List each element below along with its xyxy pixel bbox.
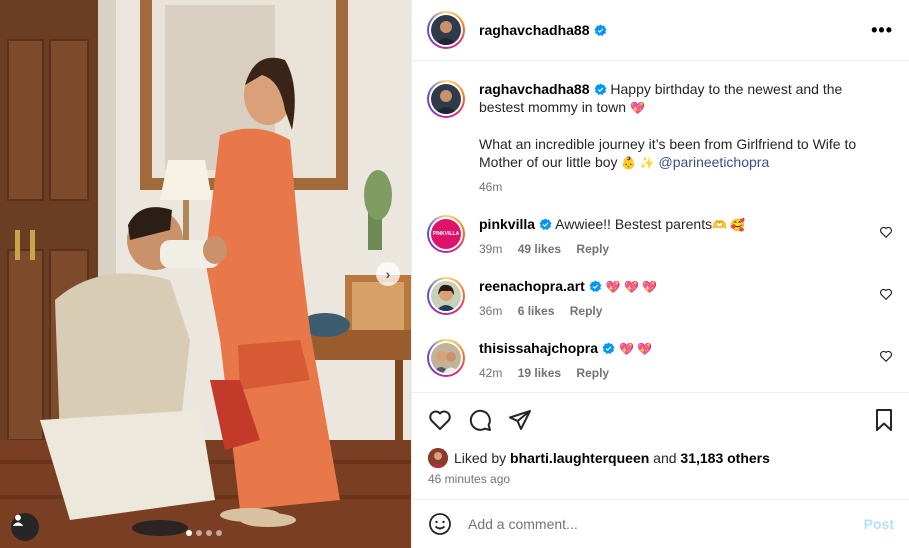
comment-text: Awwiee!! Bestest parents bbox=[555, 216, 713, 232]
comment-reply-button[interactable]: Reply bbox=[570, 304, 603, 318]
comment-time: 42m bbox=[479, 366, 503, 380]
chevron-right-icon: › bbox=[385, 266, 391, 282]
caption-username[interactable]: raghavchadha88 bbox=[479, 81, 590, 97]
comment-bubble-icon[interactable] bbox=[468, 408, 492, 432]
emoji-picker-icon[interactable] bbox=[428, 512, 452, 536]
like-comment-heart-icon[interactable] bbox=[879, 349, 893, 363]
add-comment-bar: Post bbox=[412, 499, 909, 548]
likes-and: and bbox=[653, 450, 677, 466]
caption-emoji-2: 👶 ✨ bbox=[621, 156, 655, 170]
verified-badge-icon bbox=[602, 342, 615, 354]
post-timestamp: 46 minutes ago bbox=[428, 472, 511, 486]
comment-time: 36m bbox=[479, 304, 503, 318]
comment-item: PINKVILLA pinkvilla Awwiee!! Bestest par… bbox=[427, 215, 893, 256]
user-icon bbox=[12, 514, 24, 526]
carousel-dot-2 bbox=[196, 530, 202, 536]
carousel-dot-4 bbox=[216, 530, 222, 536]
likes-summary: Liked by bharti.laughterqueen and 31,183… bbox=[428, 448, 770, 468]
comment-likes-count[interactable]: 6 likes bbox=[518, 304, 555, 318]
comment-avatar[interactable] bbox=[427, 339, 465, 377]
comment-avatar[interactable]: PINKVILLA bbox=[427, 215, 465, 253]
likes-prefix: Liked by bbox=[454, 450, 507, 466]
liker-avatar[interactable] bbox=[428, 448, 448, 468]
comment-emoji: 💖 💖 bbox=[618, 342, 653, 356]
comment-reply-button[interactable]: Reply bbox=[576, 242, 609, 256]
more-options-icon[interactable]: ••• bbox=[871, 20, 893, 41]
next-slide-button[interactable]: › bbox=[376, 262, 400, 286]
carousel-dot-3 bbox=[206, 530, 212, 536]
comment-username[interactable]: pinkvilla bbox=[479, 216, 535, 232]
save-bookmark-icon[interactable] bbox=[872, 408, 896, 432]
carousel-indicator bbox=[186, 530, 222, 536]
comment-likes-count[interactable]: 49 likes bbox=[518, 242, 561, 256]
comment-reply-button[interactable]: Reply bbox=[576, 366, 609, 380]
comment-item: reenachopra.art 💖 💖 💖 36m 6 likes Reply bbox=[427, 277, 893, 318]
like-heart-icon[interactable] bbox=[428, 408, 452, 432]
verified-badge-icon bbox=[589, 280, 602, 292]
comment-time: 39m bbox=[479, 242, 503, 256]
post-caption: raghavchadha88 Happy birthday to the new… bbox=[427, 80, 893, 194]
comment-emoji: 🫶 🥰 bbox=[712, 218, 746, 232]
comment-username[interactable]: reenachopra.art bbox=[479, 278, 585, 294]
likes-others-link[interactable]: 31,183 others bbox=[680, 450, 770, 466]
tagged-users-button[interactable] bbox=[11, 513, 39, 541]
carousel-dot-1 bbox=[186, 530, 192, 536]
comment-item: thisissahajchopra 💖 💖 42m 19 likes Reply bbox=[427, 339, 893, 380]
comment-input[interactable] bbox=[468, 516, 864, 532]
comment-emoji: 💖 💖 💖 bbox=[605, 280, 658, 294]
liker-username[interactable]: bharti.laughterqueen bbox=[510, 450, 649, 466]
photo-illustration bbox=[0, 0, 411, 548]
author-avatar[interactable] bbox=[427, 11, 465, 49]
comment-likes-count[interactable]: 19 likes bbox=[518, 366, 561, 380]
author-username[interactable]: raghavchadha88 bbox=[479, 22, 590, 38]
instagram-post-view: › raghavchadha88 ••• raghavchadha88 Happ… bbox=[0, 0, 909, 548]
caption-time: 46m bbox=[479, 180, 503, 194]
post-photo[interactable]: › bbox=[0, 0, 411, 548]
caption-emoji-1: 💖 bbox=[629, 101, 645, 115]
caption-mention-link[interactable]: @parineetichopra bbox=[659, 154, 770, 170]
verified-badge-icon bbox=[594, 83, 606, 95]
post-comment-button[interactable]: Post bbox=[864, 516, 894, 532]
post-header: raghavchadha88 ••• bbox=[412, 0, 909, 61]
comments-list: raghavchadha88 Happy birthday to the new… bbox=[412, 61, 909, 392]
verified-badge-icon bbox=[539, 218, 552, 230]
comment-avatar[interactable] bbox=[427, 277, 465, 315]
comment-username[interactable]: thisissahajchopra bbox=[479, 340, 598, 356]
like-comment-heart-icon[interactable] bbox=[879, 225, 893, 239]
share-send-icon[interactable] bbox=[508, 408, 532, 432]
caption-author-avatar[interactable] bbox=[427, 80, 465, 118]
post-action-bar bbox=[412, 392, 909, 446]
like-comment-heart-icon[interactable] bbox=[879, 287, 893, 301]
verified-badge-icon bbox=[594, 24, 606, 36]
pinkvilla-logo: PINKVILLA bbox=[432, 231, 460, 237]
post-details-panel: raghavchadha88 ••• raghavchadha88 Happy … bbox=[411, 0, 909, 548]
